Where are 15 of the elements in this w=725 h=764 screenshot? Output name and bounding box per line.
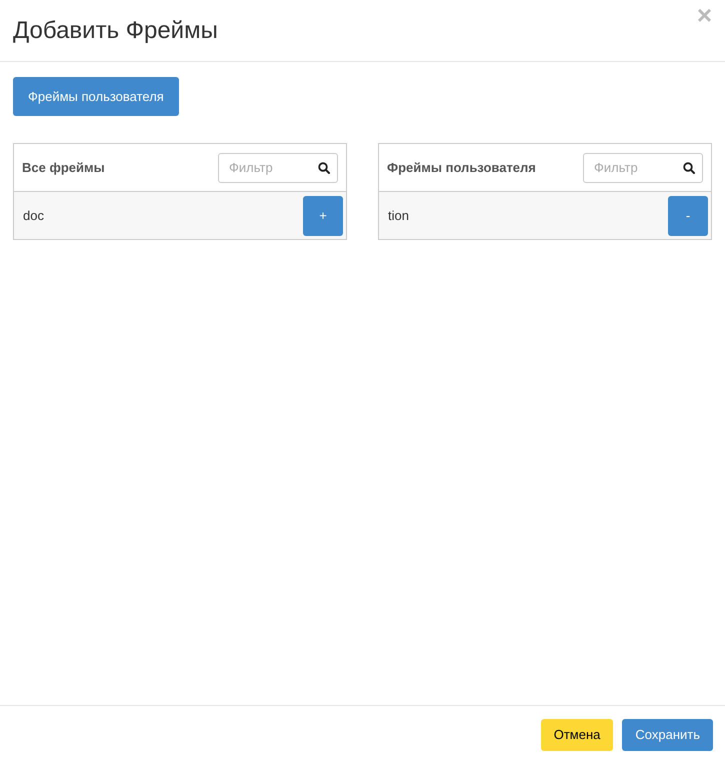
save-button[interactable]: Сохранить [622,719,713,751]
dialog-title: Добавить Фреймы [13,16,218,46]
close-button[interactable]: × [696,2,712,28]
move-button[interactable]: + [303,196,343,236]
search-icon [318,162,330,174]
item-name: doc [23,206,44,225]
move-button[interactable]: - [668,196,708,236]
tab-button[interactable]: Фреймы пользователя [13,77,179,116]
cancel-button[interactable]: Отмена [540,719,614,751]
search-icon [683,162,695,174]
panel-title: Фреймы пользователя [387,158,536,177]
panel-title: Все фреймы [22,158,105,177]
item-name: tion [388,206,409,225]
filter-field[interactable]: Фильтр [218,152,338,182]
filter-field[interactable]: Фильтр [583,152,703,182]
